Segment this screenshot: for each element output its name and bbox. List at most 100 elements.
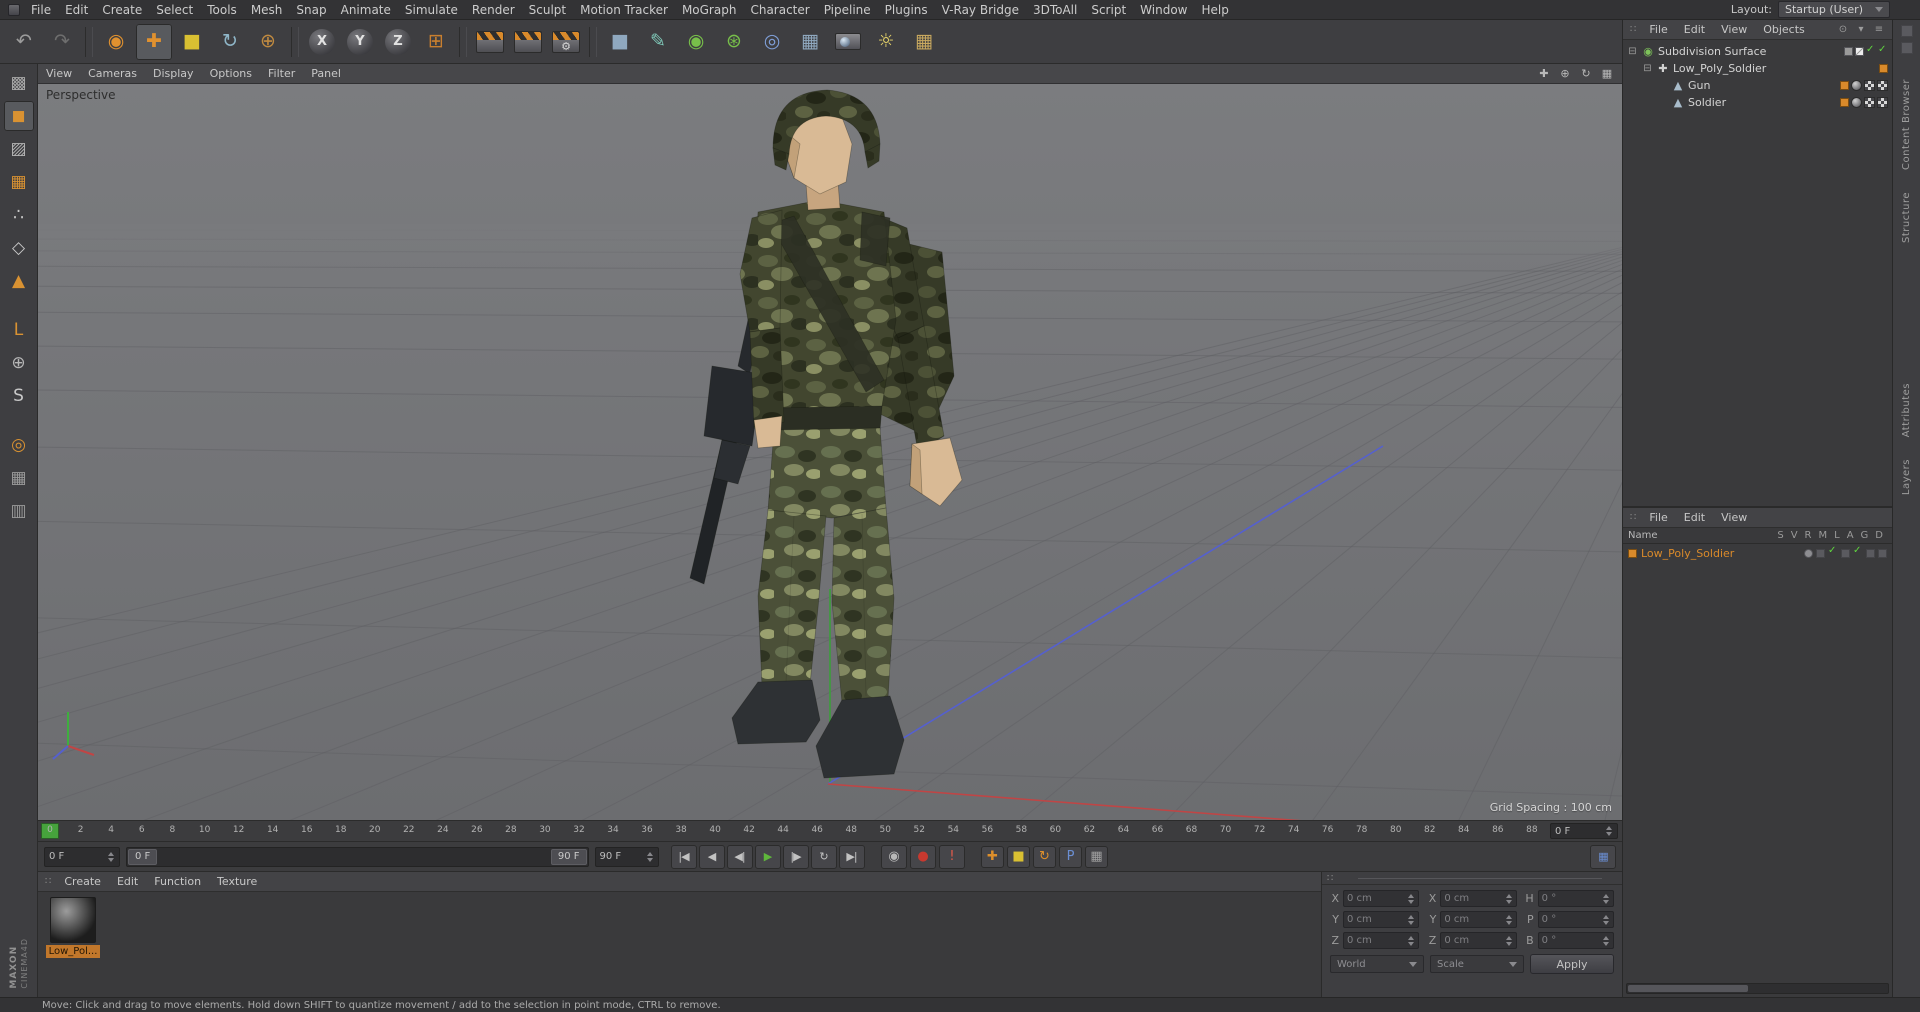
tree-item-subdivision-surface[interactable]: ⊟ ◉ Subdivision Surface <box>1623 43 1892 60</box>
tree-item-low-poly-soldier[interactable]: ⊟ ✚ Low_Poly_Soldier <box>1623 60 1892 77</box>
autokey-warning-button[interactable]: ! <box>938 844 965 869</box>
layer-color-swatch[interactable] <box>1628 548 1637 558</box>
menu-item[interactable]: Create <box>95 1 149 19</box>
side-tab[interactable]: Attributes <box>1899 372 1914 448</box>
expander-icon[interactable]: ⊟ <box>1642 63 1653 74</box>
redo-button[interactable]: ↷ <box>44 24 80 60</box>
spinner-icon[interactable] <box>1407 915 1415 925</box>
zoom-view-icon[interactable]: ⊕ <box>1556 67 1574 80</box>
record-pla-toggle[interactable]: ▦ <box>1084 845 1108 868</box>
spinner-icon[interactable] <box>1602 915 1610 925</box>
lock-workplane-button[interactable]: ▦ <box>4 463 34 493</box>
spinner-icon[interactable] <box>1505 936 1513 946</box>
material-menu-item[interactable]: Edit <box>109 873 146 890</box>
points-mode-button[interactable]: ∴ <box>4 200 34 230</box>
menu-item[interactable]: Edit <box>58 1 95 19</box>
viewport[interactable]: Perspective Grid Spacing : 100 cm <box>38 84 1622 820</box>
panel-grip-icon[interactable]: ∷ <box>40 876 56 887</box>
next-frame-button[interactable]: |▶ <box>782 844 809 869</box>
coordinate-system-button[interactable]: ⊞ <box>418 24 454 60</box>
spinner-icon[interactable] <box>646 852 654 862</box>
object-tags[interactable] <box>1844 44 1888 57</box>
snap-button[interactable]: ▥ <box>4 496 34 526</box>
layer-row-low-poly-soldier[interactable]: Low_Poly_Soldier <box>1623 544 1892 562</box>
make-editable-button[interactable]: ▩ <box>4 68 34 98</box>
record-keyframe-button[interactable]: ◉ <box>880 844 907 869</box>
layer-manager-menu-item[interactable]: Edit <box>1676 509 1713 526</box>
spinner-icon[interactable] <box>1407 936 1415 946</box>
move-tool-button[interactable]: ✚ <box>136 23 172 60</box>
coordinate-field[interactable]: 0 cm <box>1440 911 1517 928</box>
panel-menu-icon[interactable]: ≡ <box>1872 24 1886 35</box>
material-menu-item[interactable]: Create <box>56 873 109 890</box>
workplane-lock-button[interactable]: ◎ <box>4 430 34 460</box>
layer-manager-menu-item[interactable]: View <box>1713 509 1755 526</box>
texture-mode-button[interactable]: ▨ <box>4 134 34 164</box>
range-end-field[interactable]: 90 F <box>594 846 659 867</box>
menu-item[interactable]: Plugins <box>878 1 935 19</box>
coordinate-scale-dropdown[interactable]: Scale <box>1430 955 1524 973</box>
record-parameter-toggle[interactable]: P <box>1058 845 1082 868</box>
edges-mode-button[interactable]: ◇ <box>4 233 34 263</box>
panel-grip-icon[interactable]: ∷ <box>1625 24 1641 35</box>
panel-grip-icon[interactable]: ∷ <box>1625 512 1641 523</box>
active-tool-button[interactable]: ⊕ <box>250 24 286 60</box>
coordinate-field[interactable]: 0 ° <box>1537 911 1614 928</box>
spinner-icon[interactable] <box>1602 936 1610 946</box>
material-menu-item[interactable]: Texture <box>209 873 265 890</box>
menu-item[interactable]: Snap <box>289 1 333 19</box>
layer-manager-menu-item[interactable]: File <box>1641 509 1675 526</box>
apply-button[interactable]: Apply <box>1530 954 1614 974</box>
menu-item[interactable]: V-Ray Bridge <box>935 1 1026 19</box>
cube-primitive-button[interactable]: ■ <box>602 24 638 60</box>
mograph-button[interactable]: ⊛ <box>716 24 752 60</box>
preview-range-slider[interactable]: 0 F 90 F <box>126 846 589 867</box>
play-button[interactable]: ▶ <box>754 844 781 869</box>
spline-pen-button[interactable]: ✎ <box>640 24 676 60</box>
spinner-icon[interactable] <box>1602 894 1610 904</box>
side-tab[interactable]: Content Browser <box>1899 68 1914 181</box>
record-rotation-toggle[interactable]: ↻ <box>1032 845 1056 868</box>
live-selection-tool-button[interactable]: ◉ <box>98 24 134 60</box>
menu-item[interactable]: Render <box>465 1 522 19</box>
lock-icon[interactable] <box>1900 42 1913 54</box>
coordinate-field[interactable]: 0 ° <box>1537 932 1614 949</box>
filter-icon[interactable]: ▾ <box>1854 24 1868 35</box>
object-manager-menu-item[interactable]: File <box>1641 21 1675 38</box>
viewport-menu-item[interactable]: Panel <box>303 65 349 82</box>
coordinate-field[interactable]: 0 cm <box>1343 932 1420 949</box>
material-thumbnail[interactable] <box>50 897 96 943</box>
spinner-icon[interactable] <box>1505 915 1513 925</box>
range-slider-right-grip[interactable]: 90 F <box>550 848 587 865</box>
y-axis-lock-button[interactable]: Y <box>342 24 378 60</box>
goto-start-button[interactable]: |◀ <box>670 844 697 869</box>
timeline-ruler[interactable]: 0 2 4 6 8 10 12 14 16 18 20 22 24 26 28 30 32 34 36 38 40 42 4… <box>38 820 1622 842</box>
viewport-menu-item[interactable]: Options <box>202 65 260 82</box>
menu-item[interactable]: 3DToAll <box>1026 1 1084 19</box>
volume-button[interactable]: ▦ <box>792 24 828 60</box>
object-manager-menu-item[interactable]: Edit <box>1676 21 1713 38</box>
polygons-mode-button[interactable]: ▲ <box>4 266 34 296</box>
previous-frame-button[interactable]: ◀| <box>726 844 753 869</box>
toggle-views-icon[interactable]: ▦ <box>1598 67 1616 80</box>
subdivision-surface-button[interactable]: ◉ <box>678 24 714 60</box>
object-manager-menu-item[interactable]: Objects <box>1755 21 1813 38</box>
menu-item[interactable]: Pipeline <box>817 1 878 19</box>
object-icon[interactable]: ◉ <box>1641 46 1655 57</box>
material-menu-item[interactable]: Function <box>146 873 209 890</box>
range-start-field[interactable]: 0 F <box>44 846 120 867</box>
coordinate-field[interactable]: 0 cm <box>1343 890 1420 907</box>
menu-item[interactable]: File <box>24 1 58 19</box>
light-button[interactable]: ☼ <box>868 24 904 60</box>
tree-item-gun[interactable]: ▲ Gun <box>1623 77 1892 94</box>
record-position-toggle[interactable]: ✚ <box>980 845 1004 868</box>
loop-button[interactable]: ↻ <box>810 844 837 869</box>
coordinate-field[interactable]: 0 cm <box>1440 890 1517 907</box>
viewport-solo-button[interactable]: S <box>4 381 34 411</box>
workplane-mode-button[interactable]: ▦ <box>4 167 34 197</box>
material-list[interactable]: Low_Pol... <box>38 892 1321 997</box>
rotate-tool-button[interactable]: ↻ <box>212 24 248 60</box>
coordinate-field[interactable]: 0 cm <box>1440 932 1517 949</box>
z-axis-lock-button[interactable]: Z <box>380 24 416 60</box>
menu-item[interactable]: Simulate <box>398 1 465 19</box>
